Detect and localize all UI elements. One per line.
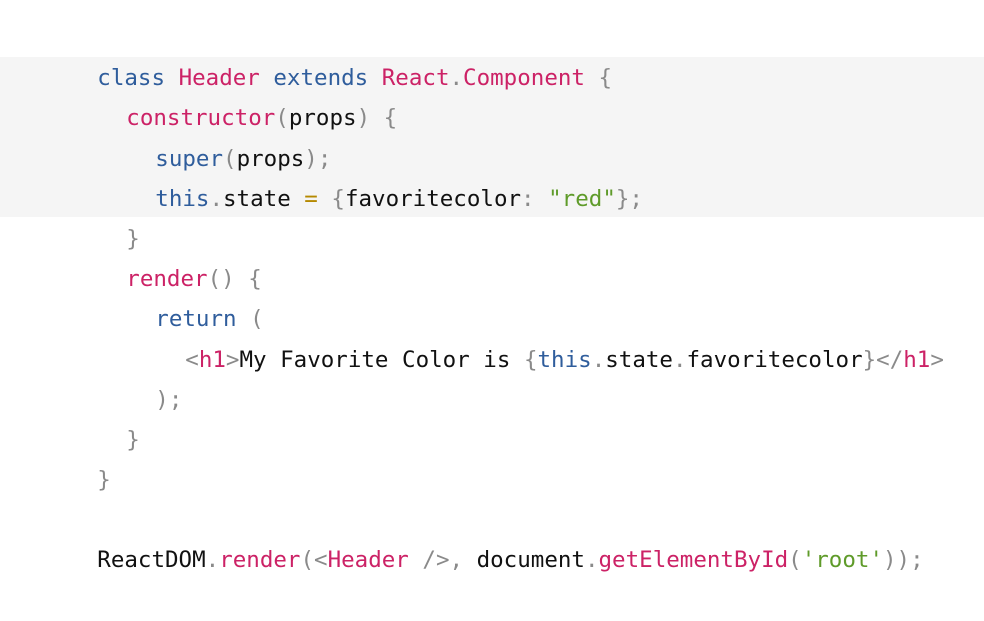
code-token: Header xyxy=(327,547,423,574)
code-token: . xyxy=(584,547,599,574)
code-line-8: <h1>My Favorite Color is {this.state.fav… xyxy=(0,299,984,373)
code-token: < xyxy=(314,547,328,574)
code-token: . xyxy=(205,547,220,574)
code-token: ( xyxy=(300,547,315,574)
code-token: document xyxy=(476,547,585,574)
code-line-7: return ( xyxy=(0,259,984,332)
code-token: )); xyxy=(883,547,924,574)
code-token: getElementById xyxy=(598,547,789,574)
code-line-4: this.state = {favoritecolor: "red"}; xyxy=(0,139,984,212)
code-token: ( xyxy=(788,547,802,574)
code-editor-lines[interactable]: class Header extends React.Component { c… xyxy=(0,18,984,573)
code-line-9: ); xyxy=(0,340,984,413)
code-view[interactable]: class Header extends React.Component { c… xyxy=(0,0,984,573)
code-line-3: super(props); xyxy=(0,98,984,172)
code-token: , xyxy=(449,547,477,574)
code-line-10: } xyxy=(0,380,984,453)
code-line-5: } xyxy=(0,179,984,252)
code-token: 'root' xyxy=(801,547,883,574)
code-token: ReactDOM xyxy=(97,547,206,574)
code-token: /> xyxy=(422,547,450,574)
code-line-6: render() { xyxy=(0,219,984,292)
code-line-13: ReactDOM.render(<Header />, document.get… xyxy=(0,500,984,573)
code-line-2: constructor(props) { xyxy=(0,58,984,131)
code-line-1: class Header extends React.Component { xyxy=(0,18,984,91)
code-token: render xyxy=(219,547,301,574)
code-line-11: } xyxy=(0,420,984,493)
